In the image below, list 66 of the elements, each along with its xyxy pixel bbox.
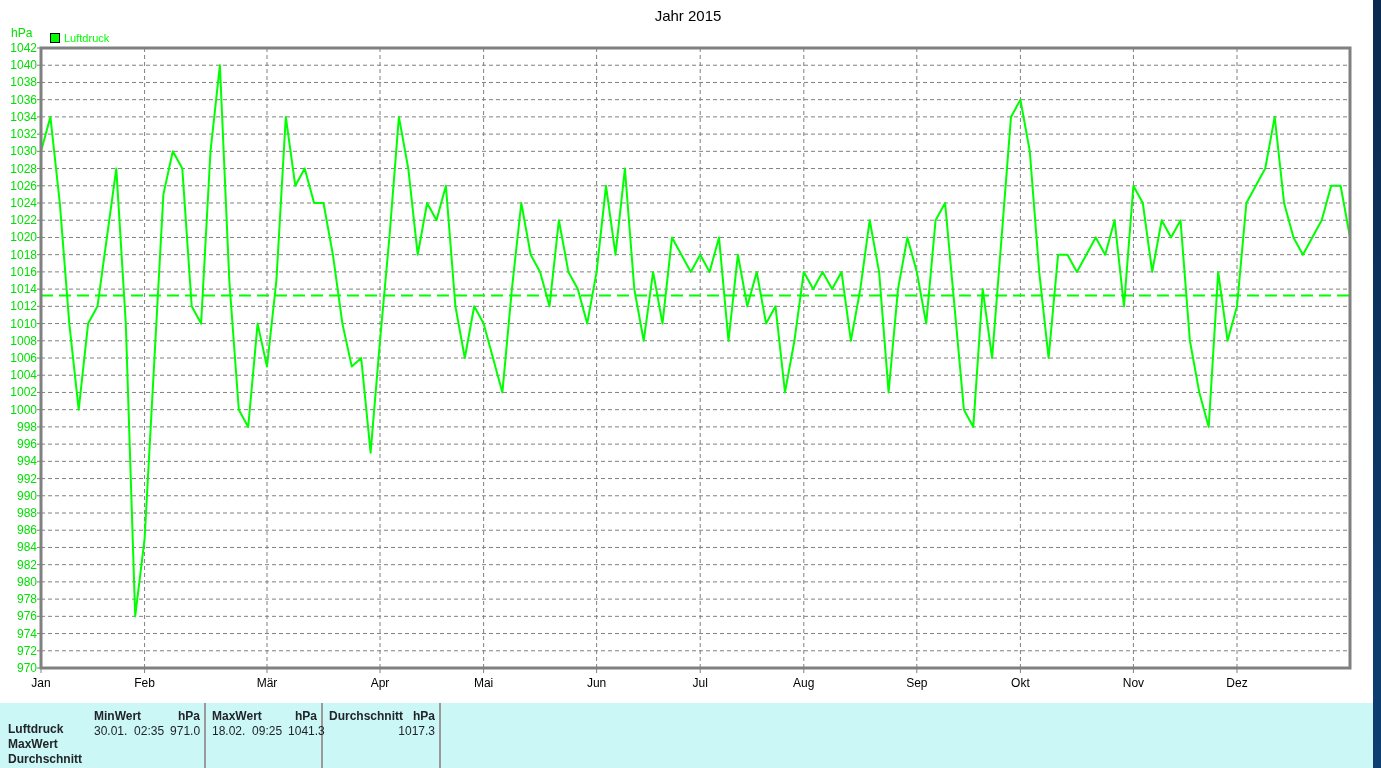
- y-tick-label: 1012: [10, 299, 37, 314]
- y-tick-label: 974: [16, 626, 37, 641]
- y-tick-label: 1036: [10, 92, 37, 107]
- y-tick-label: 988: [16, 506, 37, 520]
- stat-value: 971.0: [170, 724, 201, 739]
- row-label: Luftdruck: [8, 722, 65, 737]
- y-tick-label: 1016: [10, 264, 37, 279]
- unit-label: hPa: [178, 709, 200, 724]
- column-heading: Durchschnitt: [329, 709, 403, 724]
- y-tick-label: 1030: [10, 144, 37, 159]
- x-tick-label: Feb: [134, 676, 155, 690]
- x-tick-label: Sep: [906, 676, 928, 690]
- y-tick-label: 972: [16, 643, 37, 658]
- y-tick-label: 994: [16, 454, 37, 469]
- y-tick-label: 984: [16, 540, 37, 555]
- y-tick-label: 1038: [10, 75, 37, 90]
- y-tick-label: 1028: [10, 161, 37, 176]
- timestamp: 30.01. 02:35: [94, 724, 165, 739]
- y-tick-label: 992: [16, 471, 37, 486]
- x-tick-label: Apr: [370, 676, 390, 690]
- y-tick-label: 1022: [10, 213, 37, 228]
- legend-label: Luftdruck: [64, 32, 110, 44]
- y-tick-label: 1040: [10, 58, 37, 73]
- y-tick-label: 982: [16, 557, 37, 572]
- y-tick-label: 1010: [10, 316, 37, 331]
- y-tick-label: 1026: [10, 178, 37, 193]
- y-tick-label: 1018: [10, 247, 37, 262]
- y-tick-label: 1020: [10, 230, 37, 245]
- x-tick-label: Okt: [1011, 676, 1030, 690]
- x-tick-label: Mai: [473, 676, 494, 690]
- chart-title: Jahr 2015: [654, 7, 722, 24]
- y-tick-label: 980: [16, 574, 37, 589]
- y-tick-label: 978: [16, 592, 37, 607]
- stat-value: 1041.3: [288, 724, 325, 739]
- x-tick-label: Jan: [31, 676, 51, 690]
- unit-label: hPa: [295, 709, 317, 724]
- y-tick-label: 1032: [10, 127, 37, 142]
- y-tick-label: 1006: [10, 351, 37, 365]
- y-tick-label: 970: [16, 661, 37, 675]
- y-tick-label: 1002: [10, 385, 37, 400]
- x-tick-label: Jul: [692, 676, 708, 690]
- x-tick-label: Nov: [1122, 676, 1145, 690]
- y-tick-label: 986: [16, 523, 37, 538]
- column-heading: MinWert: [94, 709, 142, 724]
- x-tick-label: Dez: [1226, 676, 1248, 690]
- row-label: MaxWert: [8, 737, 59, 752]
- y-tick-label: 1024: [10, 196, 37, 210]
- y-tick-label: 996: [16, 437, 37, 452]
- row-label: Durchschnitt: [8, 752, 83, 767]
- x-tick-label: Jun: [586, 676, 607, 690]
- column-heading: MaxWert: [212, 709, 262, 724]
- x-tick-label: Aug: [793, 676, 815, 690]
- y-axis-unit: hPa: [11, 26, 33, 40]
- y-tick-label: 1008: [10, 333, 37, 348]
- y-tick-label: 1000: [10, 402, 37, 417]
- y-tick-label: 1004: [10, 368, 37, 383]
- y-tick-label: 990: [16, 488, 37, 503]
- unit-label: hPa: [413, 709, 435, 724]
- y-tick-label: 998: [16, 419, 37, 434]
- timestamp: 18.02. 09:25: [212, 724, 283, 739]
- x-tick-label: Mär: [256, 676, 278, 690]
- y-tick-label: 1042: [10, 41, 37, 55]
- y-tick-label: 976: [16, 609, 37, 624]
- y-tick-label: 1014: [10, 282, 37, 297]
- stat-value: 1017.3: [398, 724, 435, 739]
- y-tick-label: 1034: [10, 109, 37, 124]
